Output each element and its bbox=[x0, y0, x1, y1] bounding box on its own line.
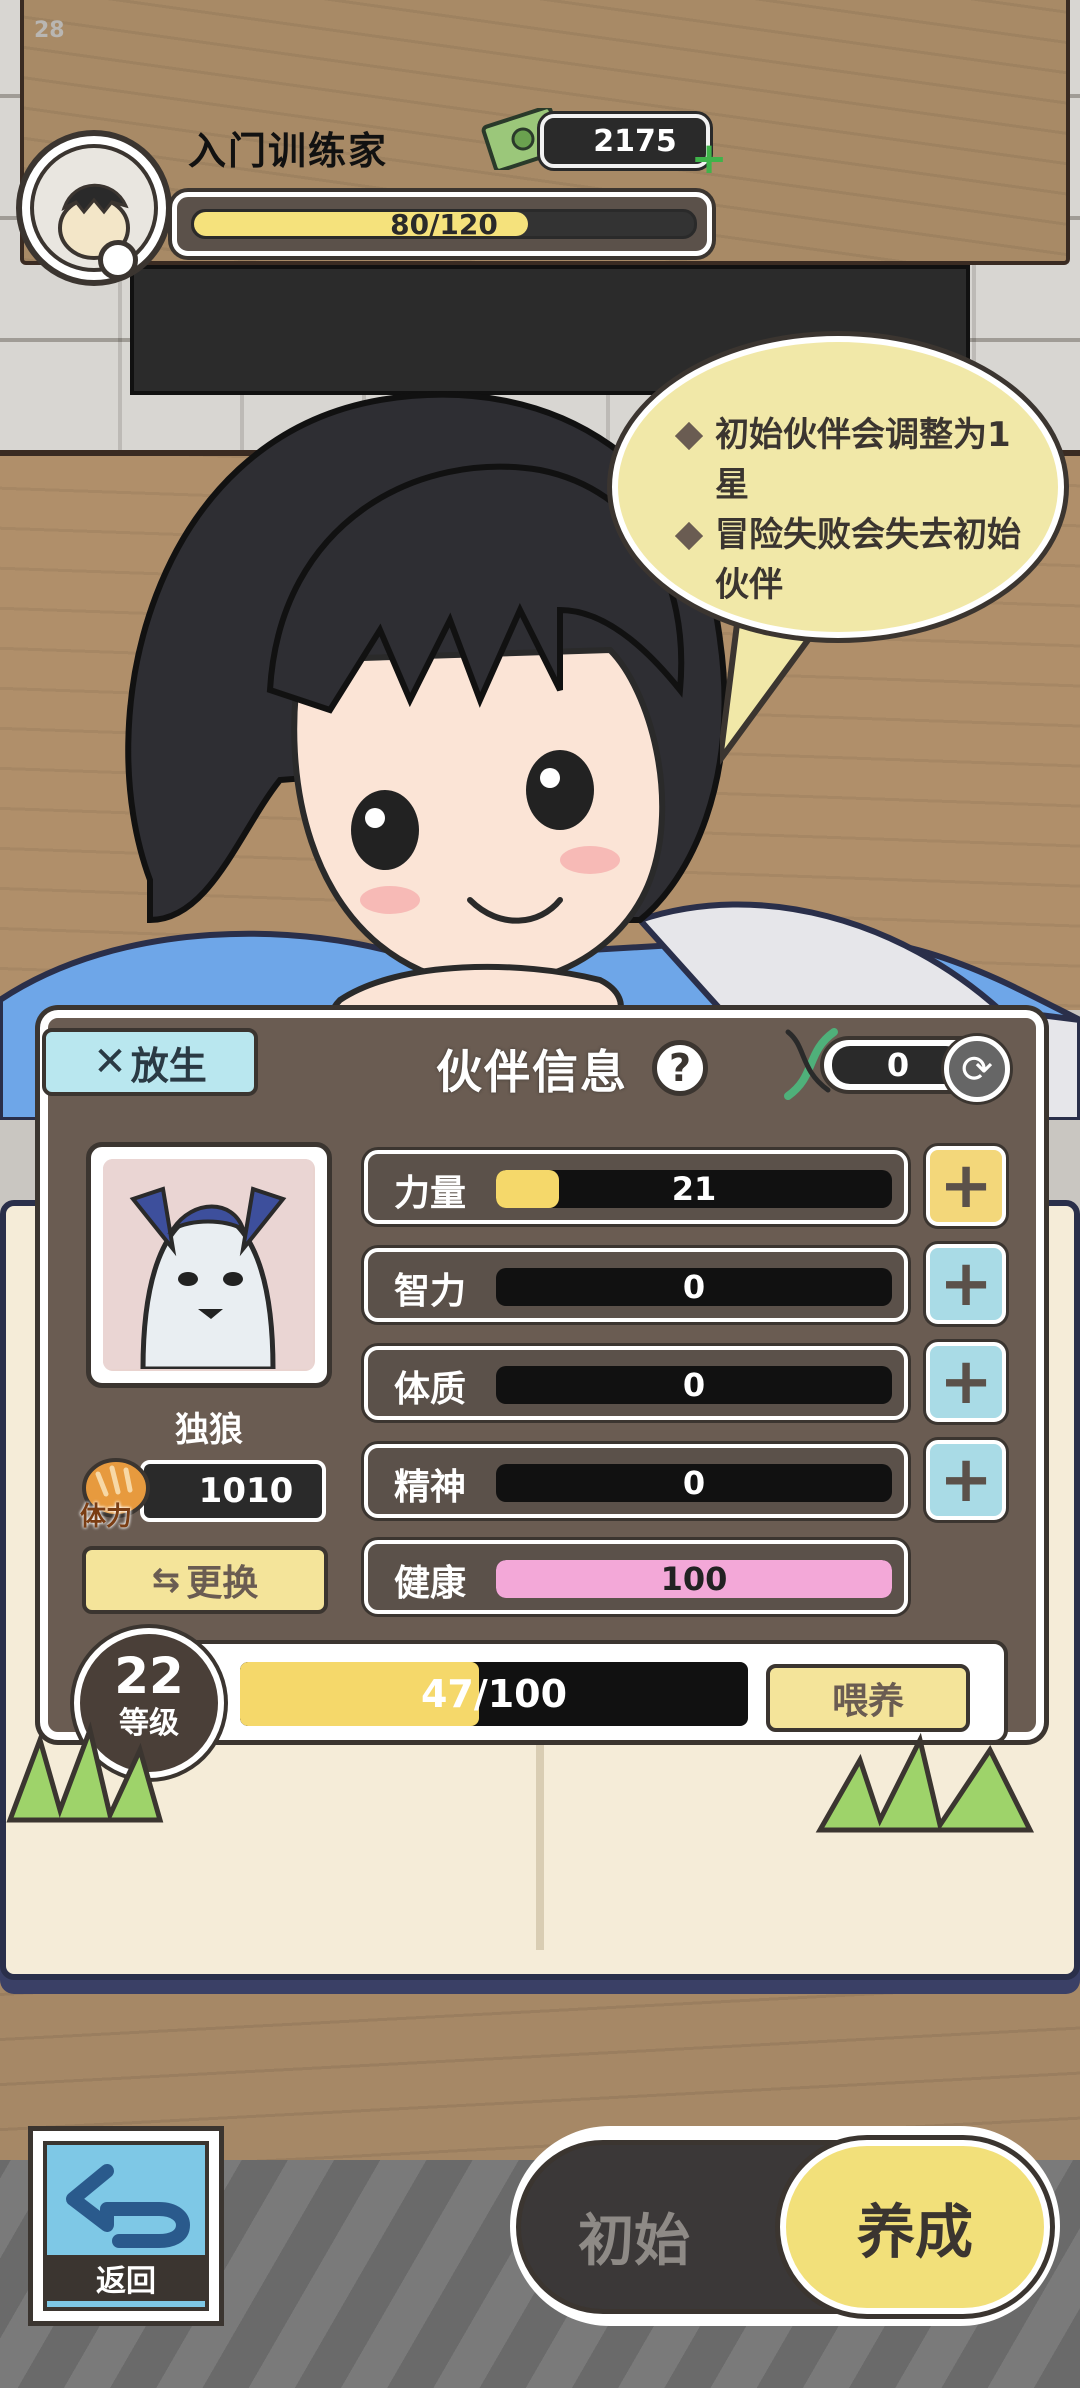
refresh-icon[interactable]: ⟳ bbox=[944, 1036, 1010, 1102]
stat-track: 100 bbox=[496, 1560, 892, 1598]
level-value: 22 bbox=[114, 1647, 184, 1705]
swap-label: 更换 bbox=[186, 1563, 259, 1604]
back-label: 返回 bbox=[47, 2255, 205, 2301]
exp-text: 80/120 bbox=[390, 207, 498, 241]
plus-icon: + bbox=[939, 1247, 993, 1321]
pet-portrait[interactable] bbox=[86, 1142, 332, 1388]
pet-trainer-avatar-icon bbox=[30, 144, 158, 272]
back-arrow-icon bbox=[66, 2164, 190, 2248]
stat-label: 体质 bbox=[394, 1369, 467, 1410]
back-button-face: 返回 bbox=[43, 2141, 209, 2311]
swap-arrows-icon: ⇆ bbox=[151, 1560, 181, 1600]
player-exp-bar: 80/120 bbox=[172, 192, 712, 256]
add-money-plus-icon[interactable]: + bbox=[690, 137, 728, 181]
release-label: 放生 bbox=[130, 1043, 207, 1088]
tip-line-text: 冒险失败会失去初始伙伴 bbox=[715, 515, 1021, 605]
stat-value: 100 bbox=[660, 1560, 728, 1598]
grass-decoration-right bbox=[800, 1730, 1060, 1840]
money-counter: 2175 bbox=[540, 114, 710, 168]
exp-track: 80/120 bbox=[191, 207, 697, 241]
stat-value: 0 bbox=[682, 1464, 706, 1502]
diamond-bullet-icon bbox=[675, 522, 703, 550]
pet-image bbox=[103, 1159, 315, 1371]
mode-tab-training[interactable]: 养成 bbox=[780, 2140, 1050, 2314]
tip-line: 初始伙伴会调整为1星 bbox=[675, 410, 1035, 510]
tip-line-text: 初始伙伴会调整为1星 bbox=[715, 415, 1011, 505]
stat-row-constitution: 体质 0 bbox=[364, 1346, 908, 1420]
stat-label: 智力 bbox=[394, 1271, 467, 1312]
grass-decoration-left bbox=[0, 1720, 260, 1830]
avatar-badge bbox=[98, 240, 138, 280]
plus-icon: + bbox=[939, 1345, 993, 1419]
fps-counter: 28 bbox=[34, 18, 65, 43]
stat-track: 0 bbox=[496, 1366, 892, 1404]
close-x-icon: ✕ bbox=[93, 1039, 127, 1085]
stat-plus-button-constitution[interactable]: + bbox=[926, 1342, 1006, 1422]
mode-tab-initial[interactable]: 初始 bbox=[578, 2196, 690, 2277]
stat-plus-button-intelligence[interactable]: + bbox=[926, 1244, 1006, 1324]
stat-value: 0 bbox=[682, 1366, 706, 1404]
release-button[interactable]: ✕ 放生 bbox=[42, 1028, 258, 1096]
plus-icon: + bbox=[939, 1149, 993, 1223]
diamond-bullet-icon bbox=[675, 422, 703, 450]
stat-row-intelligence: 智力 0 bbox=[364, 1248, 908, 1322]
stat-track: 0 bbox=[496, 1268, 892, 1306]
tip-text-block: 初始伙伴会调整为1星 冒险失败会失去初始伙伴 bbox=[675, 410, 1035, 610]
stat-label: 健康 bbox=[394, 1563, 467, 1604]
stat-row-strength: 力量 21 bbox=[364, 1150, 908, 1224]
stat-label: 力量 bbox=[394, 1173, 467, 1214]
player-avatar[interactable] bbox=[16, 130, 172, 286]
level-track: 47/100 bbox=[240, 1662, 748, 1726]
stamina-counter: 1010 bbox=[140, 1460, 326, 1522]
feed-button[interactable]: 喂养 bbox=[766, 1664, 970, 1732]
swap-button[interactable]: ⇆ 更换 bbox=[82, 1546, 328, 1614]
stat-plus-button-strength[interactable]: + bbox=[926, 1146, 1006, 1226]
stat-row-spirit: 精神 0 bbox=[364, 1444, 908, 1518]
level-progress-text: 47/100 bbox=[420, 1672, 568, 1716]
pet-name: 独狼 bbox=[175, 1410, 243, 1450]
stat-track: 21 bbox=[496, 1170, 892, 1208]
back-button[interactable]: 返回 bbox=[28, 2126, 224, 2326]
stamina-label: 体力 bbox=[80, 1502, 133, 1532]
stat-plus-button-spirit[interactable]: + bbox=[926, 1440, 1006, 1520]
tip-line: 冒险失败会失去初始伙伴 bbox=[675, 510, 1035, 610]
stat-track: 0 bbox=[496, 1464, 892, 1502]
stat-row-health: 健康 100 bbox=[364, 1540, 908, 1614]
plus-icon: + bbox=[939, 1443, 993, 1517]
stat-label: 精神 bbox=[394, 1467, 467, 1508]
player-name: 入门训练家 bbox=[188, 129, 389, 173]
help-icon[interactable]: ? bbox=[652, 1040, 708, 1096]
stat-value: 0 bbox=[682, 1268, 706, 1306]
stat-value: 21 bbox=[671, 1170, 717, 1208]
panel-title: 伙伴信息 bbox=[436, 1045, 628, 1099]
